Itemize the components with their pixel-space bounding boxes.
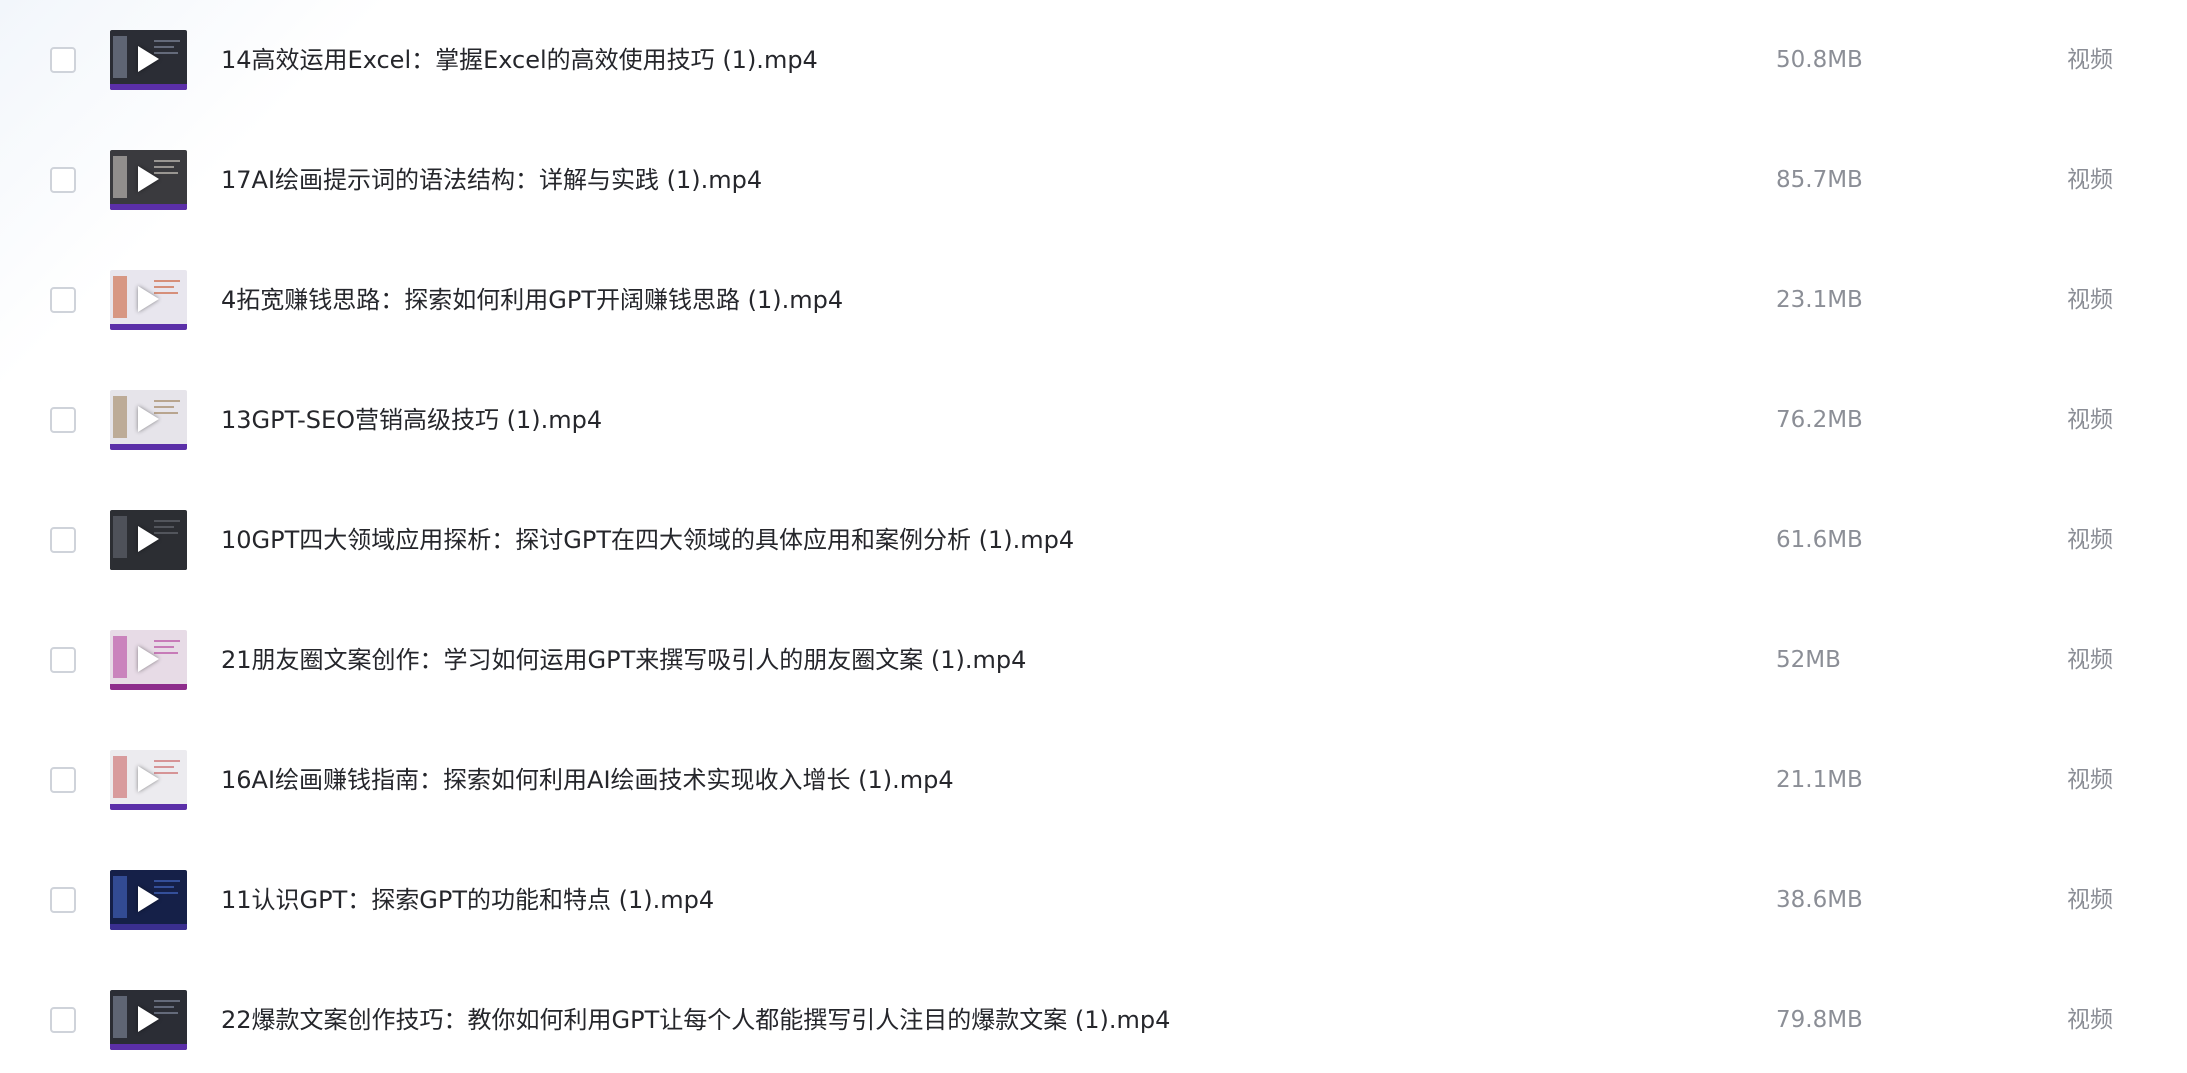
thumbnail-line (154, 40, 180, 42)
play-icon (138, 286, 159, 312)
file-type: 视频 (2067, 527, 2113, 553)
thumbnail-sidebar (113, 276, 127, 318)
file-type: 视频 (2067, 407, 2113, 433)
file-row[interactable]: 11认识GPT：探索GPT的功能和特点 (1).mp4 38.6MB 视频 (0, 840, 2187, 960)
row-checkbox[interactable] (50, 887, 76, 913)
play-icon (138, 166, 159, 192)
thumbnail-bar (110, 324, 187, 330)
file-name[interactable]: 11认识GPT：探索GPT的功能和特点 (1).mp4 (221, 883, 714, 917)
play-icon (138, 526, 159, 552)
thumbnail-sidebar (113, 756, 127, 798)
file-name[interactable]: 4拓宽赚钱思路：探索如何利用GPT开阔赚钱思路 (1).mp4 (221, 283, 843, 317)
thumbnail-line (154, 400, 180, 402)
file-row[interactable]: 17AI绘画提示词的语法结构：详解与实践 (1).mp4 85.7MB 视频 (0, 120, 2187, 240)
file-type: 视频 (2067, 767, 2113, 793)
video-thumbnail[interactable] (110, 630, 187, 690)
row-checkbox[interactable] (50, 167, 76, 193)
file-name[interactable]: 17AI绘画提示词的语法结构：详解与实践 (1).mp4 (221, 163, 762, 197)
file-type: 视频 (2067, 1007, 2113, 1033)
file-name[interactable]: 14高效运用Excel：掌握Excel的高效使用技巧 (1).mp4 (221, 43, 818, 77)
file-type: 视频 (2067, 47, 2113, 73)
thumbnail-bar (110, 84, 187, 90)
thumbnail-bar (110, 804, 187, 810)
thumbnail-line (154, 880, 180, 882)
thumbnail-sidebar (113, 156, 127, 198)
file-row[interactable]: 14高效运用Excel：掌握Excel的高效使用技巧 (1).mp4 50.8M… (0, 0, 2187, 120)
play-icon (138, 766, 159, 792)
thumbnail-bar (110, 924, 187, 930)
file-row[interactable]: 10GPT四大领域应用探析：探讨GPT在四大领域的具体应用和案例分析 (1).m… (0, 480, 2187, 600)
thumbnail-line (154, 160, 180, 162)
video-thumbnail[interactable] (110, 870, 187, 930)
file-name[interactable]: 16AI绘画赚钱指南：探索如何利用AI绘画技术实现收入增长 (1).mp4 (221, 763, 954, 797)
file-type: 视频 (2067, 647, 2113, 673)
file-size: 85.7MB (1776, 167, 1863, 193)
row-checkbox[interactable] (50, 647, 76, 673)
row-checkbox[interactable] (50, 287, 76, 313)
play-icon (138, 886, 159, 912)
play-icon (138, 406, 159, 432)
thumbnail-line (154, 760, 180, 762)
file-size: 79.8MB (1776, 1007, 1863, 1033)
thumbnail-line (154, 1000, 180, 1002)
file-size: 76.2MB (1776, 407, 1863, 433)
play-icon (138, 46, 159, 72)
thumbnail-sidebar (113, 396, 127, 438)
thumbnail-line (154, 640, 180, 642)
row-checkbox[interactable] (50, 1007, 76, 1033)
file-type: 视频 (2067, 167, 2113, 193)
video-thumbnail[interactable] (110, 270, 187, 330)
thumbnail-line (154, 280, 180, 282)
thumbnail-sidebar (113, 36, 127, 78)
thumbnail-sidebar (113, 636, 127, 678)
play-icon (138, 1006, 159, 1032)
thumbnail-bar (110, 1044, 187, 1050)
video-thumbnail[interactable] (110, 390, 187, 450)
row-checkbox[interactable] (50, 527, 76, 553)
file-size: 38.6MB (1776, 887, 1863, 913)
file-size: 61.6MB (1776, 527, 1863, 553)
file-name[interactable]: 21朋友圈文案创作：学习如何运用GPT来撰写吸引人的朋友圈文案 (1).mp4 (221, 643, 1026, 677)
thumbnail-bar (110, 444, 187, 450)
file-size: 21.1MB (1776, 767, 1863, 793)
video-thumbnail[interactable] (110, 990, 187, 1050)
thumbnail-sidebar (113, 516, 127, 558)
thumbnail-bar (110, 684, 187, 690)
video-thumbnail[interactable] (110, 750, 187, 810)
thumbnail-sidebar (113, 876, 127, 918)
file-size: 50.8MB (1776, 47, 1863, 73)
file-row[interactable]: 22爆款文案创作技巧：教你如何利用GPT让每个人都能撰写引人注目的爆款文案 (1… (0, 960, 2187, 1073)
file-type: 视频 (2067, 287, 2113, 313)
play-icon (138, 646, 159, 672)
video-thumbnail[interactable] (110, 30, 187, 90)
file-row[interactable]: 4拓宽赚钱思路：探索如何利用GPT开阔赚钱思路 (1).mp4 23.1MB 视… (0, 240, 2187, 360)
file-name[interactable]: 13GPT-SEO营销高级技巧 (1).mp4 (221, 403, 602, 437)
thumbnail-bar (110, 564, 187, 570)
file-name[interactable]: 22爆款文案创作技巧：教你如何利用GPT让每个人都能撰写引人注目的爆款文案 (1… (221, 1003, 1170, 1037)
row-checkbox[interactable] (50, 47, 76, 73)
video-thumbnail[interactable] (110, 150, 187, 210)
file-row[interactable]: 13GPT-SEO营销高级技巧 (1).mp4 76.2MB 视频 (0, 360, 2187, 480)
thumbnail-line (154, 520, 180, 522)
thumbnail-bar (110, 204, 187, 210)
file-type: 视频 (2067, 887, 2113, 913)
row-checkbox[interactable] (50, 407, 76, 433)
file-size: 52MB (1776, 647, 1841, 673)
file-row[interactable]: 21朋友圈文案创作：学习如何运用GPT来撰写吸引人的朋友圈文案 (1).mp4 … (0, 600, 2187, 720)
file-row[interactable]: 16AI绘画赚钱指南：探索如何利用AI绘画技术实现收入增长 (1).mp4 21… (0, 720, 2187, 840)
file-name[interactable]: 10GPT四大领域应用探析：探讨GPT在四大领域的具体应用和案例分析 (1).m… (221, 523, 1074, 557)
file-list-page: 14高效运用Excel：掌握Excel的高效使用技巧 (1).mp4 50.8M… (0, 0, 2187, 1073)
thumbnail-sidebar (113, 996, 127, 1038)
video-thumbnail[interactable] (110, 510, 187, 570)
row-checkbox[interactable] (50, 767, 76, 793)
file-size: 23.1MB (1776, 287, 1863, 313)
